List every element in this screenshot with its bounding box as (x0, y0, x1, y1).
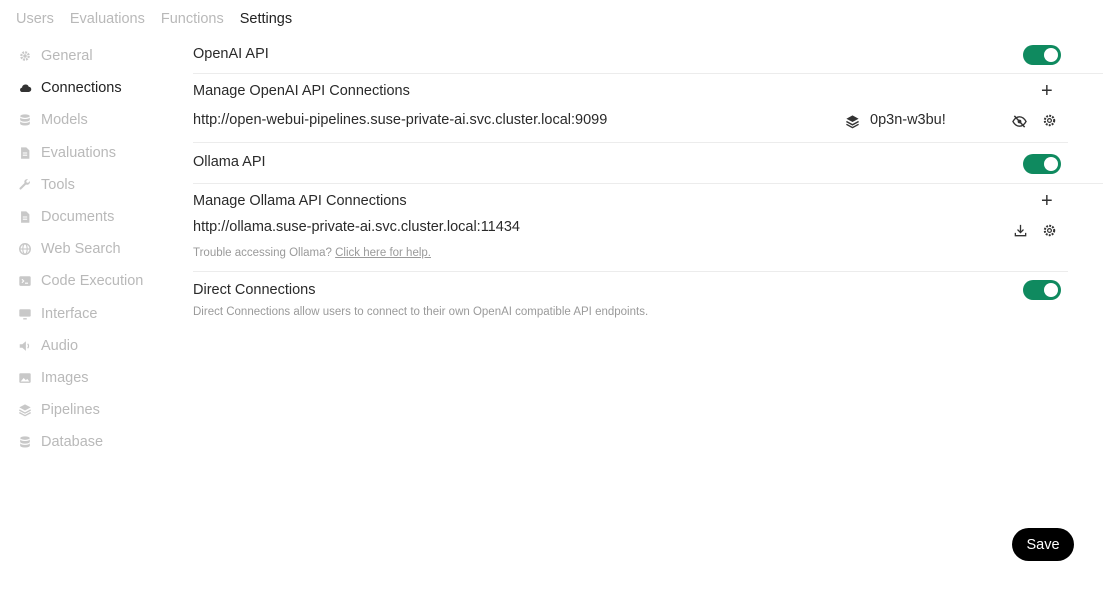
speaker-icon (17, 338, 33, 354)
ollama-help-prefix: Trouble accessing Ollama? (193, 247, 332, 259)
ollama-api-toggle[interactable] (1023, 154, 1061, 174)
sidebar-item-label: Database (41, 434, 104, 451)
gear-icon[interactable] (1041, 222, 1057, 238)
direct-connections-title: Direct Connections (193, 282, 316, 298)
connections-panel: OpenAI API Manage OpenAI API Connections… (193, 0, 1103, 592)
sidebar-item-general[interactable]: General (17, 40, 177, 72)
image-icon (17, 370, 33, 386)
sidebar-item-database[interactable]: Database (17, 426, 177, 458)
monitor-icon (17, 306, 33, 322)
terminal-icon (17, 273, 33, 289)
sidebar-item-label: Audio (41, 337, 79, 354)
wrench-icon (17, 177, 33, 193)
database-icon (17, 434, 33, 450)
sidebar-item-code-execution[interactable]: Code Execution (17, 265, 177, 297)
eye-slash-icon[interactable] (1011, 113, 1027, 129)
sidebar-item-models[interactable]: Models (17, 104, 177, 136)
sidebar-item-label: Connections (41, 80, 122, 97)
toggle-knob (1044, 157, 1058, 171)
divider (193, 73, 1103, 74)
ollama-help-text: Trouble accessing Ollama? Click here for… (193, 247, 431, 259)
openai-api-title: OpenAI API (193, 46, 269, 62)
save-button[interactable]: Save (1012, 528, 1074, 561)
manage-ollama-title: Manage Ollama API Connections (193, 193, 407, 209)
sidebar-item-images[interactable]: Images (17, 362, 177, 394)
document-icon (17, 145, 33, 161)
sidebar-item-interface[interactable]: Interface (17, 298, 177, 330)
add-ollama-connection-button[interactable]: + (1041, 191, 1053, 211)
divider (193, 142, 1068, 143)
sidebar-item-label: General (41, 48, 93, 65)
divider (193, 271, 1068, 272)
sidebar-item-label: Tools (41, 176, 75, 193)
sidebar-item-audio[interactable]: Audio (17, 330, 177, 362)
sidebar-item-label: Pipelines (41, 402, 100, 419)
openai-api-key-field[interactable]: 0p3n-w3bu! (870, 112, 946, 128)
sidebar-item-label: Documents (41, 209, 115, 226)
database-icon (17, 112, 33, 128)
cloud-icon (17, 80, 33, 96)
direct-connections-description: Direct Connections allow users to connec… (193, 306, 649, 318)
toggle-knob (1044, 283, 1058, 297)
sidebar-item-label: Models (41, 112, 88, 129)
sidebar-item-label: Interface (41, 305, 98, 322)
sidebar-item-evaluations[interactable]: Evaluations (17, 137, 177, 169)
sidebar-item-label: Evaluations (41, 144, 116, 161)
divider (193, 183, 1103, 184)
sidebar-item-tools[interactable]: Tools (17, 169, 177, 201)
sidebar-item-connections[interactable]: Connections (17, 72, 177, 104)
sidebar-item-label: Code Execution (41, 273, 144, 290)
layers-icon (17, 402, 33, 418)
layers-icon (844, 113, 860, 129)
openai-api-toggle[interactable] (1023, 45, 1061, 65)
globe-icon (17, 241, 33, 257)
gear-icon[interactable] (1041, 112, 1057, 128)
settings-sidebar: General Connections Models Evaluations T… (17, 40, 177, 458)
manage-openai-title: Manage OpenAI API Connections (193, 83, 410, 99)
tab-users[interactable]: Users (16, 11, 54, 27)
sidebar-item-label: Web Search (41, 241, 121, 258)
openai-url-field[interactable]: http://open-webui-pipelines.suse-private… (193, 112, 607, 128)
direct-connections-toggle[interactable] (1023, 280, 1061, 300)
sidebar-item-label: Images (41, 369, 89, 386)
download-icon[interactable] (1012, 222, 1028, 238)
sidebar-item-web-search[interactable]: Web Search (17, 233, 177, 265)
ollama-help-link[interactable]: Click here for help. (335, 247, 431, 259)
sidebar-item-pipelines[interactable]: Pipelines (17, 394, 177, 426)
add-openai-connection-button[interactable]: + (1041, 81, 1053, 101)
tab-evaluations[interactable]: Evaluations (70, 11, 145, 27)
sidebar-item-documents[interactable]: Documents (17, 201, 177, 233)
ollama-api-title: Ollama API (193, 154, 266, 170)
ollama-url-field[interactable]: http://ollama.suse-private-ai.svc.cluste… (193, 219, 520, 235)
toggle-knob (1044, 48, 1058, 62)
gear-icon (17, 48, 33, 64)
document-icon (17, 209, 33, 225)
